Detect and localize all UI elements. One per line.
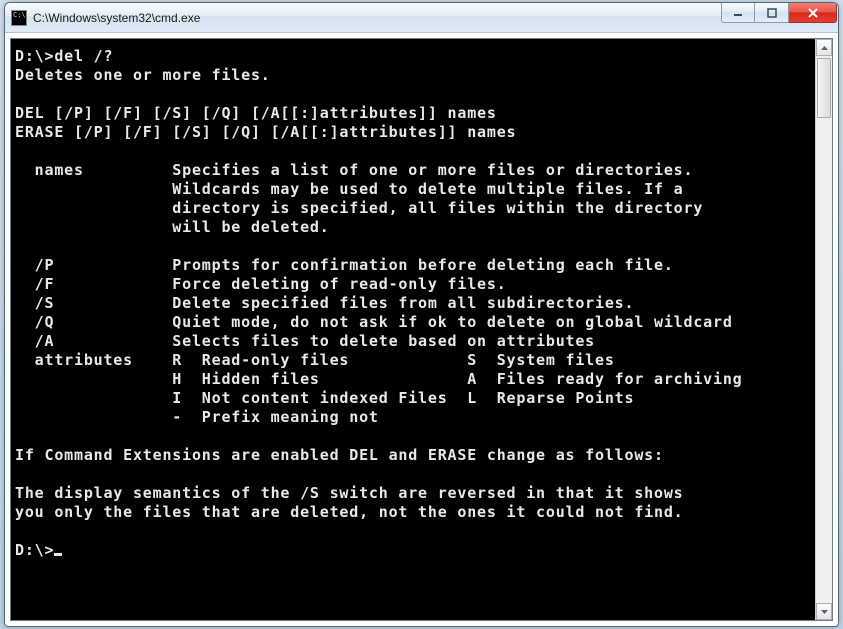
line: attributes R Read-only files S System fi… bbox=[15, 351, 615, 369]
line: you only the files that are deleted, not… bbox=[15, 503, 684, 521]
line: /Q Quiet mode, do not ask if ok to delet… bbox=[15, 313, 733, 331]
line: /S Delete specified files from all subdi… bbox=[15, 294, 634, 312]
scroll-thumb[interactable] bbox=[817, 58, 831, 118]
cursor bbox=[54, 553, 62, 556]
client-area: D:\>del /? Deletes one or more files. DE… bbox=[10, 38, 833, 621]
line: /P Prompts for confirmation before delet… bbox=[15, 256, 674, 274]
chevron-up-icon bbox=[821, 46, 828, 50]
window-title: C:\Windows\system32\cmd.exe bbox=[33, 11, 719, 25]
line: DEL [/P] [/F] [/S] [/Q] [/A[[:]attribute… bbox=[15, 104, 497, 122]
line: The display semantics of the /S switch a… bbox=[15, 484, 684, 502]
scroll-track[interactable] bbox=[816, 56, 832, 603]
minimize-button[interactable] bbox=[721, 3, 755, 23]
maximize-icon bbox=[767, 8, 777, 18]
window-controls bbox=[719, 3, 838, 32]
line: directory is specified, all files within… bbox=[15, 199, 703, 217]
console-output[interactable]: D:\>del /? Deletes one or more files. DE… bbox=[11, 39, 815, 620]
close-icon bbox=[807, 8, 819, 18]
line: will be deleted. bbox=[15, 218, 330, 236]
close-button[interactable] bbox=[789, 3, 837, 23]
scroll-down-button[interactable] bbox=[816, 603, 832, 620]
line: I Not content indexed Files L Reparse Po… bbox=[15, 389, 634, 407]
scroll-up-button[interactable] bbox=[816, 39, 832, 56]
line: ERASE [/P] [/F] [/S] [/Q] [/A[[:]attribu… bbox=[15, 123, 516, 141]
line: If Command Extensions are enabled DEL an… bbox=[15, 446, 664, 464]
maximize-button[interactable] bbox=[755, 3, 789, 23]
line: names Specifies a list of one or more fi… bbox=[15, 161, 693, 179]
titlebar[interactable]: C:\Windows\system32\cmd.exe bbox=[5, 3, 838, 33]
line: Wildcards may be used to delete multiple… bbox=[15, 180, 684, 198]
prompt: D:\> bbox=[15, 541, 54, 559]
line: D:\>del /? bbox=[15, 47, 113, 65]
vertical-scrollbar[interactable] bbox=[815, 39, 832, 620]
line: Deletes one or more files. bbox=[15, 66, 271, 84]
line: H Hidden files A Files ready for archivi… bbox=[15, 370, 742, 388]
line: /A Selects files to delete based on attr… bbox=[15, 332, 595, 350]
cmd-icon bbox=[11, 10, 27, 26]
chevron-down-icon bbox=[821, 610, 828, 614]
line: - Prefix meaning not bbox=[15, 408, 379, 426]
line: /F Force deleting of read-only files. bbox=[15, 275, 507, 293]
cmd-window: C:\Windows\system32\cmd.exe D:\>del /? D… bbox=[4, 2, 839, 627]
minimize-icon bbox=[733, 9, 743, 17]
